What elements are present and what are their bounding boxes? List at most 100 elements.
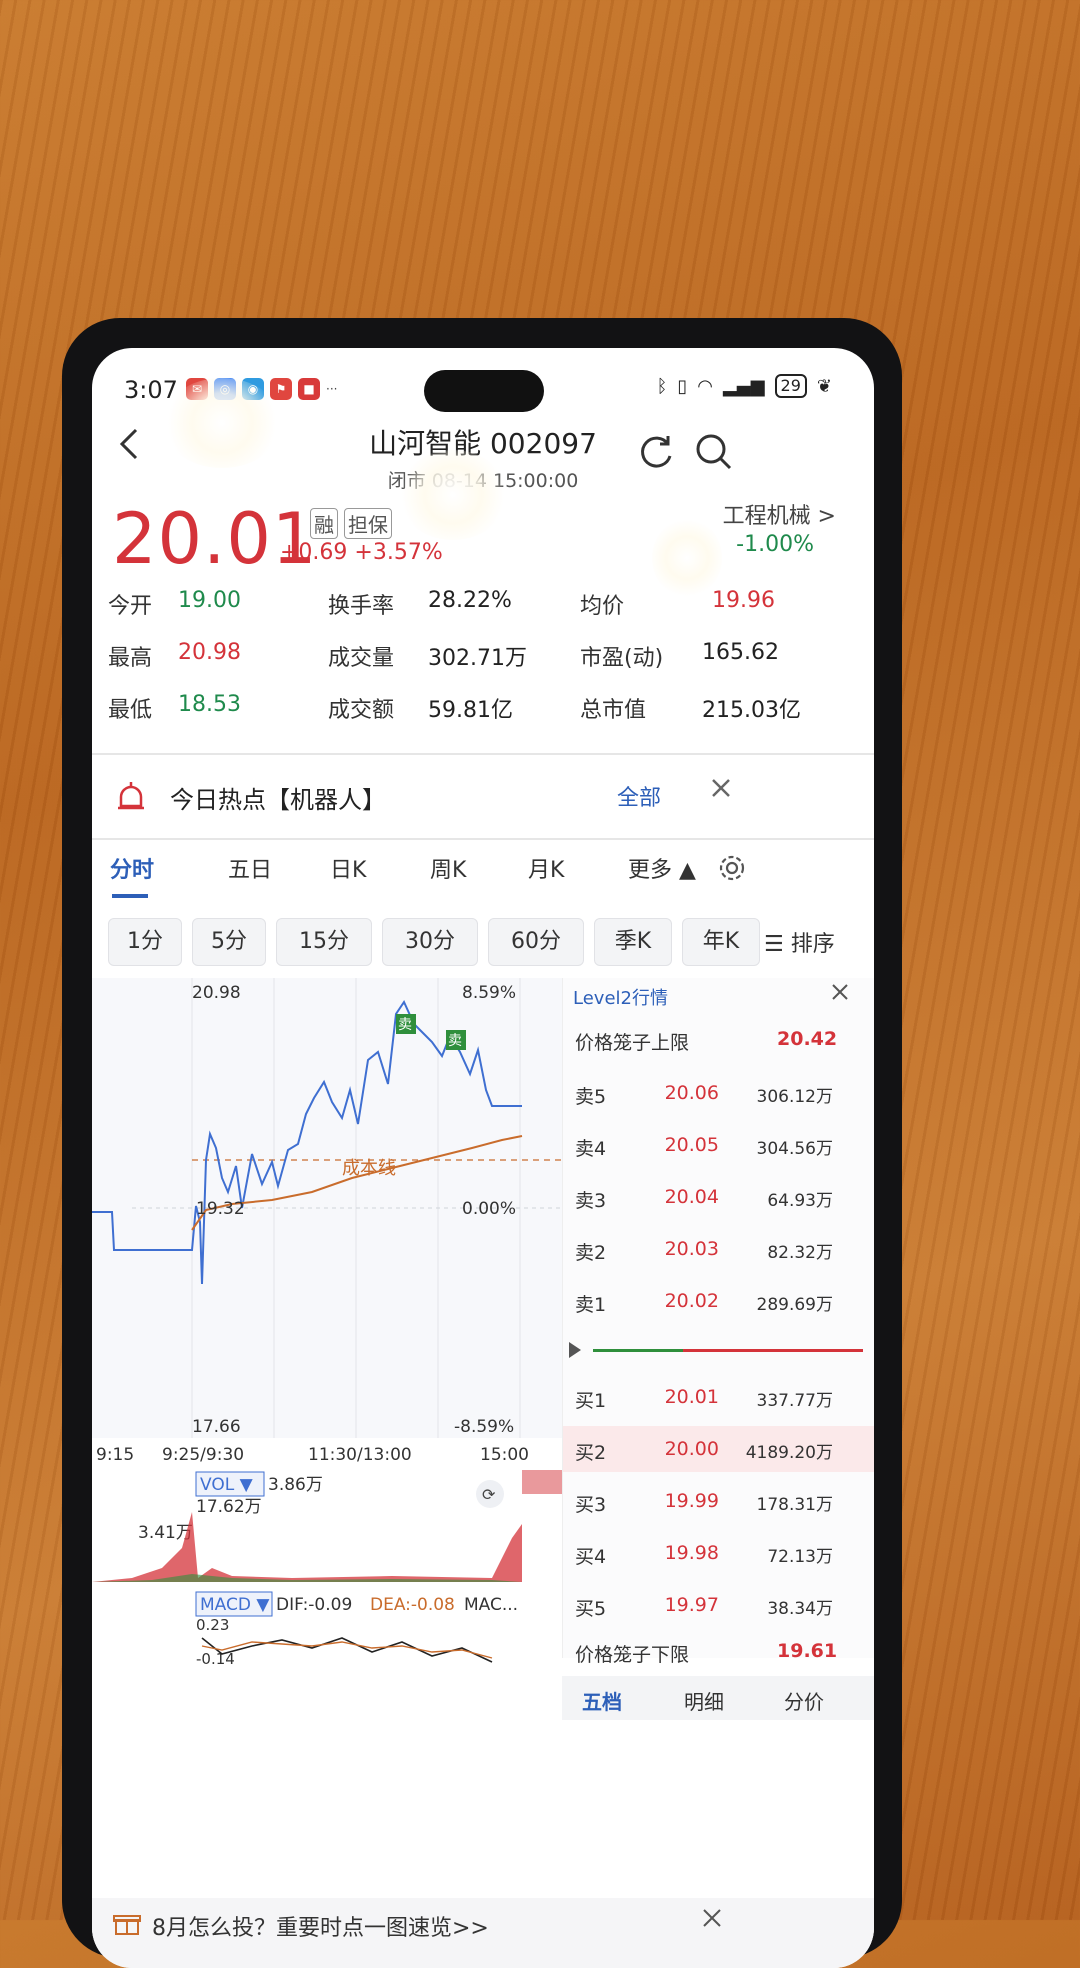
lower-limit-label: 价格笼子下限 xyxy=(575,1644,690,1666)
search-icon xyxy=(696,434,732,470)
hot-topic-bar[interactable]: 今日热点【机器人】 全部 xyxy=(92,768,874,828)
ask-row[interactable]: 卖1 20.02 289.69万 xyxy=(563,1278,874,1324)
ask-qty: 82.32万 xyxy=(767,1243,833,1263)
hot-topic-close-button[interactable] xyxy=(710,776,732,806)
period-1min[interactable]: 1分 xyxy=(108,918,182,966)
stat-value: 19.00 xyxy=(178,588,241,613)
active-tab-indicator xyxy=(112,894,148,898)
bid-row[interactable]: 买5 19.97 38.34万 xyxy=(563,1582,874,1628)
bid-label: 买5 xyxy=(575,1598,607,1620)
gift-icon xyxy=(113,1915,141,1935)
stat-value: 215.03亿 xyxy=(702,698,801,723)
bid-row[interactable]: 买3 19.99 178.31万 xyxy=(563,1478,874,1524)
bid-qty: 38.34万 xyxy=(767,1599,833,1619)
period-quarter-k[interactable]: 季K xyxy=(594,918,672,966)
promo-banner[interactable]: 8月怎么投？重要时点一图速览>> xyxy=(92,1898,874,1968)
tab-more[interactable]: 更多 ▲ xyxy=(628,852,696,884)
bid-price: 20.01 xyxy=(664,1386,719,1408)
time-tick: 9:25/9:30 xyxy=(162,1445,244,1465)
tab-weekly-k[interactable]: 周K xyxy=(430,852,466,884)
period-5min[interactable]: 5分 xyxy=(192,918,266,966)
bid-price: 20.00 xyxy=(664,1438,719,1460)
signal-icon: ▂▄▆ xyxy=(723,375,765,397)
chart-tabs: 分时 五日 日K 周K 月K 更多 ▲ xyxy=(92,844,874,900)
phone-screen: 3:07 ✉ ◎ ◉ ⚑ ■ ··· ᛒ ▯ ◠ ▂▄▆ 29 ❦ 山河智能 0… xyxy=(92,348,874,1968)
ask-label: 卖1 xyxy=(575,1294,607,1316)
ask-row[interactable]: 卖4 20.05 304.56万 xyxy=(563,1122,874,1168)
promo-close-button[interactable] xyxy=(702,1906,722,1934)
tab-daily-k[interactable]: 日K xyxy=(330,852,366,884)
price-change: +0.69 +3.57% xyxy=(280,540,443,565)
refresh-button[interactable] xyxy=(634,430,678,474)
pct-min-label: -8.59% xyxy=(454,1417,514,1437)
bid-qty: 4189.20万 xyxy=(745,1443,833,1463)
sell-marker-label: 卖 xyxy=(398,1017,412,1033)
cost-line-label: 成本线 xyxy=(342,1158,396,1179)
period-60min[interactable]: 60分 xyxy=(488,918,584,966)
period-year-k[interactable]: 年K xyxy=(682,918,760,966)
gear-icon[interactable] xyxy=(716,852,748,884)
bid-label: 买2 xyxy=(575,1442,607,1464)
bid-price: 19.99 xyxy=(664,1490,719,1512)
macd-dif: DIF:-0.09 xyxy=(276,1595,352,1615)
stat-value: 19.96 xyxy=(712,588,775,613)
red-app-notification-icon: ■ xyxy=(298,378,320,400)
tab-monthly-k[interactable]: 月K xyxy=(528,852,564,884)
search-button[interactable] xyxy=(692,430,736,474)
vibrate-icon: ▯ xyxy=(677,375,688,397)
margin-badge: 融 xyxy=(310,508,338,539)
tab-details[interactable]: 明细 xyxy=(684,1686,724,1715)
stat-label: 成交量 xyxy=(328,646,395,671)
bid-qty: 178.31万 xyxy=(756,1495,833,1515)
macd-indicator-select[interactable]: MACD ▼ xyxy=(200,1595,270,1615)
stat-label: 今开 xyxy=(108,594,153,619)
bid-row[interactable]: 买2 20.00 4189.20万 xyxy=(563,1426,874,1472)
divider xyxy=(92,753,874,755)
bid-qty: 72.13万 xyxy=(767,1547,833,1567)
bid-row[interactable]: 买4 19.98 72.13万 xyxy=(563,1530,874,1576)
tab-five-day[interactable]: 五日 xyxy=(228,852,272,884)
ask-price: 20.02 xyxy=(664,1290,719,1312)
upper-limit-value: 20.42 xyxy=(777,1028,838,1050)
tab-price-distribution[interactable]: 分价 xyxy=(784,1686,824,1715)
lower-limit-value: 19.61 xyxy=(777,1640,838,1662)
period-30min[interactable]: 30分 xyxy=(382,918,478,966)
level2-close-button[interactable] xyxy=(831,982,849,1006)
level2-title: Level2行情 xyxy=(573,988,668,1009)
stat-value: 20.98 xyxy=(178,640,241,665)
tab-five-levels[interactable]: 五档 xyxy=(582,1686,622,1715)
stat-value: 28.22% xyxy=(428,588,512,613)
intraday-chart[interactable]: 20.98 8.59% 19.32 0.00% 成本线 卖 卖 17.66 -8… xyxy=(92,978,562,1668)
last-price: 20.01 xyxy=(112,498,318,580)
time-tick: 11:30/13:00 xyxy=(308,1445,412,1465)
camera-cutout xyxy=(424,370,544,412)
ask-label: 卖2 xyxy=(575,1242,607,1264)
upper-limit-label: 价格笼子上限 xyxy=(575,1032,690,1054)
macd-more: MAC... xyxy=(464,1595,518,1615)
more-notifications-icon: ··· xyxy=(326,382,338,396)
close-icon xyxy=(832,984,848,1000)
bid-price: 19.98 xyxy=(664,1542,719,1564)
sort-button[interactable]: ☰ 排序 xyxy=(764,926,835,958)
time-tick: 9:15 xyxy=(96,1445,134,1465)
tab-intraday[interactable]: 分时 xyxy=(110,852,154,884)
ask-price: 20.06 xyxy=(664,1082,719,1104)
ask-row[interactable]: 卖2 20.03 82.32万 xyxy=(563,1226,874,1272)
vol-indicator-select[interactable]: VOL ▼ xyxy=(200,1475,254,1495)
ask-row[interactable]: 卖3 20.04 64.93万 xyxy=(563,1174,874,1220)
hot-topic-all-button[interactable]: 全部 xyxy=(617,780,661,812)
price-max-label: 20.98 xyxy=(192,983,241,1003)
stat-label: 总市值 xyxy=(580,698,647,723)
spread-marker-icon xyxy=(569,1342,581,1358)
period-15min[interactable]: 15分 xyxy=(276,918,372,966)
ask-row[interactable]: 卖5 20.06 306.12万 xyxy=(563,1070,874,1116)
ask-label: 卖3 xyxy=(575,1190,607,1212)
ask-price: 20.05 xyxy=(664,1134,719,1156)
price-min-label: 17.66 xyxy=(192,1417,241,1437)
upper-limit-row: 价格笼子上限 20.42 xyxy=(563,1016,874,1062)
stat-value[interactable]: 165.62 xyxy=(702,640,779,665)
ask-qty: 306.12万 xyxy=(756,1087,833,1107)
bid-row[interactable]: 买1 20.01 337.77万 xyxy=(563,1374,874,1420)
bid-label: 买3 xyxy=(575,1494,607,1516)
sector-link[interactable]: 工程机械 > xyxy=(723,498,836,530)
